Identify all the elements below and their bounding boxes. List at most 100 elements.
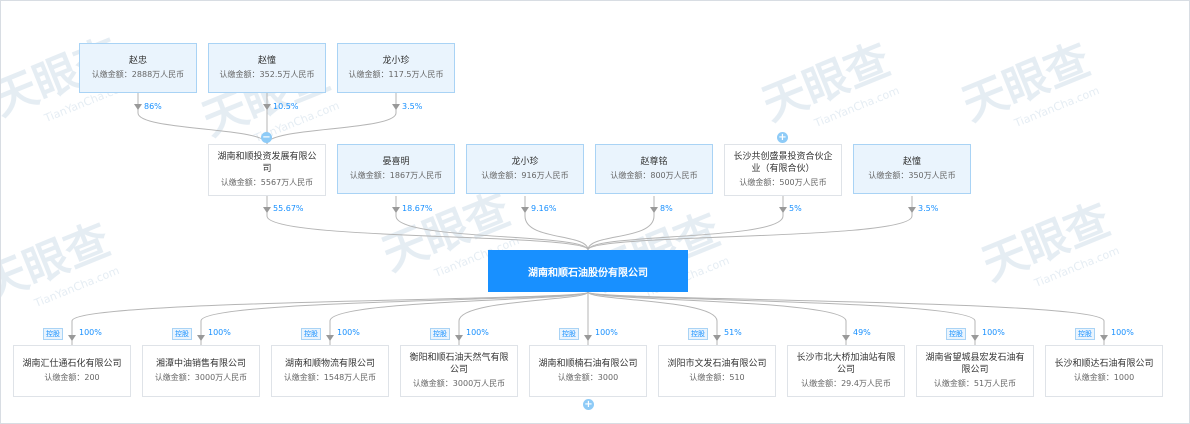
percentage-label: 100% <box>79 328 102 337</box>
edge-arrow-icon <box>392 104 400 110</box>
percentage-label: 10.5% <box>273 102 299 111</box>
percentage-label: 49% <box>853 328 871 337</box>
investment-name: 长沙和顺达石油有限公司 <box>1054 359 1154 369</box>
shareholder-name: 晏喜明 <box>382 157 410 167</box>
investment-amount: 认缴金额：51万人民币 <box>933 379 1017 388</box>
expand-icon[interactable]: + <box>583 399 594 410</box>
investment-node[interactable]: 湖南和顺物流有限公司 认缴金额：1548万人民币 <box>271 345 389 397</box>
investment-amount: 认缴金额：3000万人民币 <box>412 379 506 388</box>
holding-tag: 控股 <box>172 328 192 340</box>
center-company-node[interactable]: 湖南和顺石油股份有限公司 <box>488 250 688 292</box>
investment-amount: 认缴金额：200 <box>44 373 100 382</box>
percentage-label: 100% <box>337 328 360 337</box>
investment-name: 长沙市北大桥加油站有限公司 <box>796 353 896 375</box>
edge-arrow-icon <box>1100 335 1108 341</box>
edge-arrow-icon <box>650 207 658 213</box>
investment-name: 湘潭中油销售有限公司 <box>155 359 246 369</box>
holding-tag: 控股 <box>559 328 579 340</box>
holding-tag: 控股 <box>430 328 450 340</box>
shareholder-name: 龙小珍 <box>511 157 539 167</box>
shareholder-amount: 认缴金额：2888万人民币 <box>91 70 185 79</box>
shareholder-name: 长沙共创盛景投资合伙企业（有限合伙） <box>733 152 833 174</box>
percentage-label: 86% <box>144 102 162 111</box>
shareholder-amount: 认缴金额：1867万人民币 <box>349 171 443 180</box>
percentage-label: 18.67% <box>402 204 433 213</box>
edge-arrow-icon <box>971 335 979 341</box>
shareholder-amount: 认缴金额：117.5万人民币 <box>348 70 444 79</box>
investment-amount: 认缴金额：3000万人民币 <box>154 373 248 382</box>
percentage-label: 55.67% <box>273 204 304 213</box>
shareholder-amount: 认缴金额：916万人民币 <box>481 171 569 180</box>
percentage-label: 9.16% <box>531 204 557 213</box>
percentage-label: 8% <box>660 204 673 213</box>
percentage-label: 100% <box>982 328 1005 337</box>
investment-name: 湖南省望城县宏发石油有限公司 <box>925 353 1025 375</box>
investment-node[interactable]: 湖南汇仕通石化有限公司 认缴金额：200 <box>13 345 131 397</box>
shareholder-node[interactable]: 龙小珍 认缴金额：916万人民币 <box>466 144 584 194</box>
shareholder-name: 龙小珍 <box>382 56 410 66</box>
shareholder-node-top[interactable]: 龙小珍 认缴金额：117.5万人民币 <box>337 43 455 93</box>
shareholder-node[interactable]: 赵憧 认缴金额：350万人民币 <box>853 144 971 194</box>
edge <box>587 196 913 251</box>
investment-node[interactable]: 长沙市北大桥加油站有限公司 认缴金额：29.4万人民币 <box>787 345 905 397</box>
edge-arrow-icon <box>134 104 142 110</box>
investment-node[interactable]: 湘潭中油销售有限公司 认缴金额：3000万人民币 <box>142 345 260 397</box>
investment-amount: 认缴金额：510 <box>689 373 745 382</box>
edge-arrow-icon <box>326 335 334 341</box>
shareholder-name: 赵憧 <box>257 56 276 66</box>
shareholder-node-top[interactable]: 赵憧 认缴金额：352.5万人民币 <box>208 43 326 93</box>
equity-structure-diagram: 天眼查 TianYanCha.com 天眼查 TianYanCha.com 天眼查 T… <box>0 0 1190 424</box>
edge-arrow-icon <box>713 335 721 341</box>
edge <box>587 196 784 251</box>
shareholder-name: 赵憧 <box>902 157 921 167</box>
shareholder-node-top[interactable]: 赵忠 认缴金额：2888万人民币 <box>79 43 197 93</box>
investment-name: 湖南和顺物流有限公司 <box>284 359 375 369</box>
expand-icon[interactable]: + <box>777 132 788 143</box>
percentage-label: 100% <box>466 328 489 337</box>
shareholder-amount: 认缴金额：500万人民币 <box>739 178 827 187</box>
shareholder-node[interactable]: 湖南和顺投资发展有限公司 认缴金额：5567万人民币 <box>208 144 326 196</box>
investment-amount: 认缴金额：1000 <box>1073 373 1135 382</box>
edge-arrow-icon <box>455 335 463 341</box>
percentage-label: 5% <box>789 204 802 213</box>
edge-arrow-icon <box>584 335 592 341</box>
shareholder-amount: 认缴金额：800万人民币 <box>610 171 698 180</box>
shareholder-amount: 认缴金额：352.5万人民币 <box>219 70 315 79</box>
holding-tag: 控股 <box>688 328 708 340</box>
investment-amount: 认缴金额：1548万人民币 <box>283 373 377 382</box>
investment-name: 湖南汇仕通石化有限公司 <box>22 359 122 369</box>
holding-tag: 控股 <box>43 328 63 340</box>
shareholder-node[interactable]: 长沙共创盛景投资合伙企业（有限合伙） 认缴金额：500万人民币 <box>724 144 842 196</box>
edge-arrow-icon <box>263 104 271 110</box>
investment-node[interactable]: 湖南省望城县宏发石油有限公司 认缴金额：51万人民币 <box>916 345 1034 397</box>
holding-tag: 控股 <box>1075 328 1095 340</box>
shareholder-node[interactable]: 晏喜明 认缴金额：1867万人民币 <box>337 144 455 194</box>
investment-name: 湖南和顺楠石油有限公司 <box>538 359 638 369</box>
percentage-label: 51% <box>724 328 742 337</box>
shareholder-name: 赵忠 <box>128 56 147 66</box>
shareholder-name: 赵尊铭 <box>640 157 668 167</box>
edge <box>587 196 655 251</box>
shareholder-node[interactable]: 赵尊铭 认缴金额：800万人民币 <box>595 144 713 194</box>
edge-arrow-icon <box>521 207 529 213</box>
edge-arrow-icon <box>197 335 205 341</box>
shareholder-amount: 认缴金额：5567万人民币 <box>220 178 314 187</box>
investment-node[interactable]: 长沙和顺达石油有限公司 认缴金额：1000 <box>1045 345 1163 397</box>
investment-node[interactable]: 浏阳市文发石油有限公司 认缴金额：510 <box>658 345 776 397</box>
percentage-label: 3.5% <box>402 102 423 111</box>
percentage-label: 100% <box>1111 328 1134 337</box>
percentage-label: 3.5% <box>918 204 939 213</box>
holding-tag: 控股 <box>946 328 966 340</box>
shareholder-name: 湖南和顺投资发展有限公司 <box>217 152 317 174</box>
holding-tag: 控股 <box>301 328 321 340</box>
edge-arrow-icon <box>68 335 76 341</box>
edge-arrow-icon <box>392 207 400 213</box>
investment-node[interactable]: 湖南和顺楠石油有限公司 认缴金额：3000 <box>529 345 647 397</box>
investment-node[interactable]: 衡阳和顺石油天然气有限公司 认缴金额：3000万人民币 <box>400 345 518 397</box>
collapse-icon[interactable]: − <box>261 132 272 143</box>
investment-name: 衡阳和顺石油天然气有限公司 <box>409 353 509 375</box>
edge <box>137 93 268 145</box>
edge <box>266 93 397 145</box>
edge-arrow-icon <box>779 207 787 213</box>
investment-amount: 认缴金额：29.4万人民币 <box>801 379 891 388</box>
